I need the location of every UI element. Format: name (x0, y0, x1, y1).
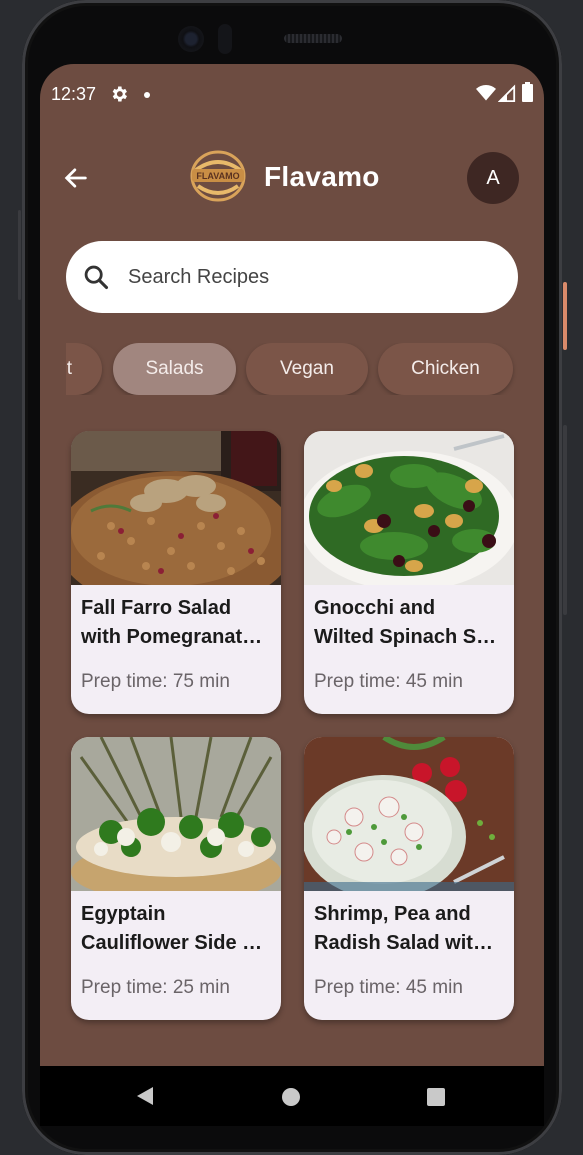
recipe-image (71, 737, 281, 891)
system-nav-bar (40, 1066, 544, 1126)
recipe-image (304, 431, 514, 585)
status-bar: 12:37 (40, 64, 544, 124)
user-avatar[interactable]: A (467, 152, 519, 204)
recipe-card[interactable]: Fall Farro Salad with Pomegranate Seeds … (71, 431, 281, 714)
gnocchi-spinach-image (304, 431, 514, 585)
arrow-left-icon[interactable] (62, 164, 90, 192)
search-icon (84, 265, 109, 290)
gear-icon (112, 86, 127, 102)
logo-text: FLAVAMO (196, 171, 239, 181)
prep-time: Prep time: 45 min (314, 671, 463, 692)
front-camera (178, 26, 204, 52)
volume-button (563, 425, 567, 615)
app-screen: 12:37 FLAVAMO Flavamo A Search Recipes t… (40, 64, 544, 1126)
chip-partial[interactable]: t (66, 343, 102, 395)
chip-chicken[interactable]: Chicken (378, 343, 513, 395)
nav-back-icon[interactable] (135, 1086, 155, 1106)
recipe-image (304, 737, 514, 891)
earpiece-speaker (284, 34, 342, 43)
recipe-title: Shrimp, Pea and Radish Salad with Dill (314, 903, 504, 954)
status-time: 12:37 (51, 84, 97, 104)
recipe-card[interactable]: Egyptain Cauliflower Side Salad Prep tim… (71, 737, 281, 1020)
search-bar[interactable] (66, 241, 518, 313)
cauliflower-salad-image (71, 737, 281, 891)
wifi-icon (476, 85, 496, 101)
category-chips[interactable]: t Salads Vegan Chicken (66, 343, 544, 395)
recipe-title: Fall Farro Salad with Pomegranate Seeds (81, 597, 271, 648)
prep-time: Prep time: 25 min (81, 977, 230, 998)
notification-dot (144, 92, 150, 98)
recipe-image (71, 431, 281, 585)
shrimp-radish-salad-image (304, 737, 514, 891)
prep-time: Prep time: 75 min (81, 671, 230, 692)
battery-icon (522, 82, 533, 102)
search-input[interactable] (128, 261, 488, 293)
app-title: Flavamo (264, 161, 380, 192)
chip-vegan[interactable]: Vegan (246, 343, 368, 395)
signal-icon (498, 84, 516, 102)
chip-salads[interactable]: Salads (113, 343, 236, 395)
recipe-title: Egyptain Cauliflower Side Salad (81, 903, 271, 954)
power-button (563, 282, 567, 350)
recipe-card[interactable]: Shrimp, Pea and Radish Salad with Dill P… (304, 737, 514, 1020)
nav-home-icon[interactable] (282, 1088, 300, 1106)
farro-salad-image (71, 431, 281, 585)
recipe-title: Gnocchi and Wilted Spinach Salad (314, 597, 504, 648)
proximity-sensor (218, 24, 232, 54)
side-button-left (18, 210, 21, 300)
prep-time: Prep time: 45 min (314, 977, 463, 998)
brand-logo: FLAVAMO (190, 150, 246, 202)
nav-recents-icon[interactable] (427, 1088, 445, 1106)
recipe-card[interactable]: Gnocchi and Wilted Spinach Salad Prep ti… (304, 431, 514, 714)
